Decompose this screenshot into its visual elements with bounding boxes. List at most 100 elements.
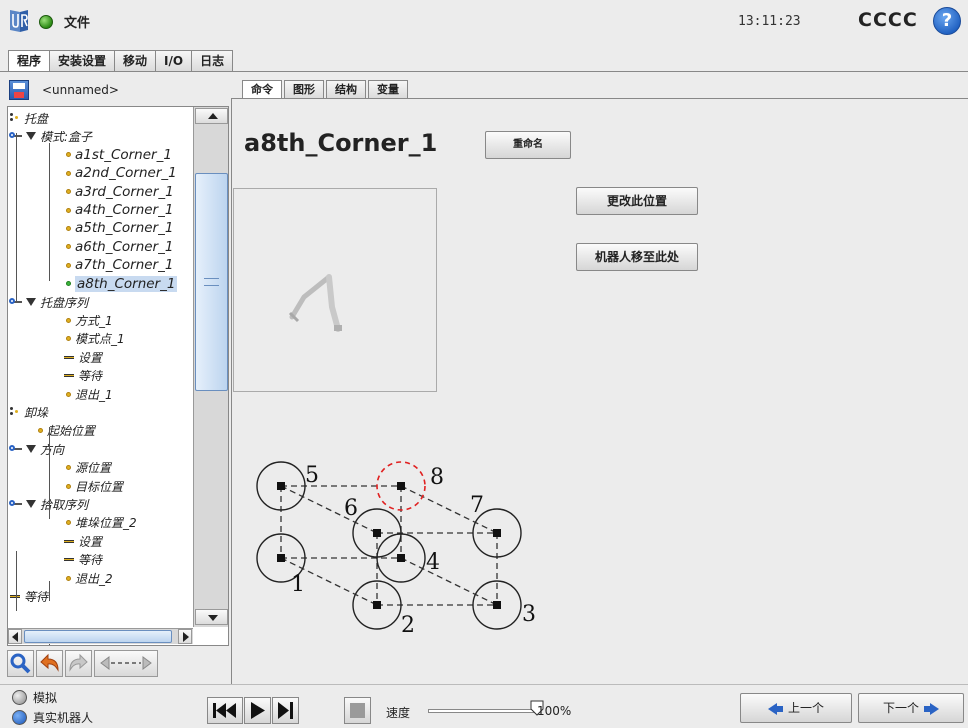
tab-move[interactable]: 移动 bbox=[114, 50, 157, 72]
clock: 13:11:23 bbox=[738, 14, 801, 29]
waypoint-icon bbox=[66, 170, 71, 176]
tree-item-label: 设置 bbox=[78, 534, 103, 549]
tree-item[interactable]: 等待 bbox=[64, 551, 102, 569]
tree-item[interactable]: 托盘 bbox=[10, 109, 48, 127]
tree-connector-icon bbox=[9, 445, 22, 452]
tree-horizontal-scrollbar[interactable] bbox=[8, 628, 193, 644]
tree-item[interactable]: 设置 bbox=[64, 532, 102, 550]
robot-arm-icon bbox=[288, 274, 342, 332]
tree-item[interactable]: 源位置 bbox=[66, 459, 111, 477]
tree-item-label: 托盘 bbox=[24, 111, 49, 126]
vertical-scroll-thumb[interactable] bbox=[195, 173, 228, 391]
tree-item-label: a1st_Corner_1 bbox=[75, 146, 172, 163]
robot-status-icon[interactable] bbox=[39, 15, 53, 29]
tab-variables[interactable]: 变量 bbox=[368, 80, 408, 99]
speed-slider-track[interactable] bbox=[428, 709, 538, 713]
rename-button[interactable]: 重命名 bbox=[485, 131, 571, 159]
mode-simulate-option[interactable]: 模拟 bbox=[12, 689, 57, 706]
mode-simulate-label: 模拟 bbox=[33, 691, 58, 705]
tree-item[interactable]: 卸垛 bbox=[10, 403, 48, 421]
mode-real-robot-option[interactable]: 真实机器人 bbox=[12, 709, 93, 726]
tab-structure[interactable]: 结构 bbox=[326, 80, 366, 99]
waypoint-icon bbox=[66, 281, 71, 287]
position-title: a8th_Corner_1 bbox=[244, 129, 438, 157]
tab-installation[interactable]: 安装设置 bbox=[49, 50, 116, 72]
tab-command[interactable]: 命令 bbox=[242, 80, 282, 99]
previous-label: 上一个 bbox=[787, 701, 824, 715]
next-button[interactable]: 下一个 bbox=[858, 693, 964, 723]
tree-item[interactable]: 退出_1 bbox=[66, 385, 113, 403]
radio-simulate-icon[interactable] bbox=[12, 690, 27, 705]
waypoint-icon bbox=[66, 391, 71, 397]
move-node-button[interactable] bbox=[94, 650, 158, 677]
bottom-bar: 模拟 真实机器人 速度 100% 上一个 下一个 bbox=[0, 684, 968, 728]
pattern-label-8: 8 bbox=[430, 465, 444, 490]
speed-label: 速度 bbox=[386, 706, 411, 720]
tree-item[interactable]: 托盘序列 bbox=[9, 293, 88, 311]
wait-icon bbox=[10, 594, 20, 598]
tree-item-label: 等待 bbox=[24, 589, 49, 604]
tab-log[interactable]: 日志 bbox=[191, 50, 234, 72]
robot-preview bbox=[233, 188, 437, 392]
scroll-right-button[interactable] bbox=[178, 629, 192, 644]
tree-item[interactable]: 等待 bbox=[64, 367, 102, 385]
play-icon bbox=[251, 702, 265, 719]
tree-item[interactable]: a8th_Corner_1 bbox=[66, 275, 178, 293]
tree-item[interactable]: a4th_Corner_1 bbox=[66, 201, 173, 219]
tree-item[interactable]: a1st_Corner_1 bbox=[66, 146, 172, 164]
tree-item[interactable]: 模式点_1 bbox=[66, 330, 125, 348]
program-name: <unnamed> bbox=[42, 83, 119, 97]
tree-item[interactable]: a3rd_Corner_1 bbox=[66, 183, 174, 201]
save-icon[interactable] bbox=[9, 80, 29, 100]
tab-io[interactable]: I/O bbox=[155, 50, 193, 72]
tree-item[interactable]: a6th_Corner_1 bbox=[66, 238, 173, 256]
command-tabs: 命令 图形 结构 变量 bbox=[242, 80, 410, 99]
search-button[interactable] bbox=[7, 650, 34, 677]
mode-real-robot-label: 真实机器人 bbox=[33, 711, 94, 725]
tree-item-label: 堆垛位置_2 bbox=[75, 516, 137, 531]
move-robot-here-button[interactable]: 机器人移至此处 bbox=[576, 243, 698, 271]
tree-item-label: a5th_Corner_1 bbox=[75, 220, 174, 237]
stop-button[interactable] bbox=[344, 697, 371, 724]
tree-item[interactable]: 设置 bbox=[64, 348, 102, 366]
horizontal-scroll-thumb[interactable] bbox=[24, 630, 172, 643]
tree-item[interactable]: a2nd_Corner_1 bbox=[66, 164, 177, 182]
waypoint-icon bbox=[66, 225, 71, 231]
redo-icon bbox=[69, 653, 88, 672]
ur-logo-icon bbox=[10, 10, 28, 32]
tree-item[interactable]: a7th_Corner_1 bbox=[66, 256, 173, 274]
rewind-button[interactable] bbox=[207, 697, 243, 724]
tree-item[interactable]: 方向 bbox=[9, 440, 64, 458]
change-position-button[interactable]: 更改此位置 bbox=[576, 187, 698, 215]
file-menu[interactable]: 文件 bbox=[64, 12, 90, 31]
tree-vertical-scrollbar[interactable] bbox=[193, 107, 228, 627]
previous-button[interactable]: 上一个 bbox=[740, 693, 852, 723]
play-button[interactable] bbox=[244, 697, 271, 724]
tree-item[interactable]: 模式:盒子 bbox=[9, 127, 92, 145]
tab-program[interactable]: 程序 bbox=[8, 50, 51, 72]
tree-item[interactable]: a5th_Corner_1 bbox=[66, 219, 173, 237]
tree-item-label: a3rd_Corner_1 bbox=[75, 183, 174, 200]
radio-real-robot-icon[interactable] bbox=[12, 710, 27, 725]
undo-button[interactable] bbox=[36, 650, 63, 677]
tree-item-label: a7th_Corner_1 bbox=[75, 257, 174, 274]
step-button[interactable] bbox=[272, 697, 299, 724]
tree-item[interactable]: 起始位置 bbox=[38, 422, 95, 440]
next-label: 下一个 bbox=[882, 701, 919, 715]
tree-item[interactable]: 方式_1 bbox=[66, 311, 113, 329]
expand-triangle-icon bbox=[26, 500, 36, 509]
scroll-up-button[interactable] bbox=[195, 108, 228, 124]
tree-item[interactable]: 堆垛位置_2 bbox=[66, 514, 137, 532]
tab-graphics[interactable]: 图形 bbox=[284, 80, 324, 99]
tree-item[interactable]: 退出_2 bbox=[66, 569, 113, 587]
palette-icon bbox=[10, 407, 20, 417]
tree-item-label: a8th_Corner_1 bbox=[75, 275, 178, 292]
help-icon[interactable]: ? bbox=[933, 7, 961, 35]
redo-button[interactable] bbox=[65, 650, 92, 677]
scroll-down-button[interactable] bbox=[195, 609, 228, 625]
scroll-left-button[interactable] bbox=[8, 629, 22, 644]
tree-item[interactable]: 目标位置 bbox=[66, 477, 123, 495]
tree-guide-line bbox=[16, 133, 17, 303]
expand-triangle-icon bbox=[26, 132, 36, 141]
tree-guide-line bbox=[16, 551, 17, 611]
